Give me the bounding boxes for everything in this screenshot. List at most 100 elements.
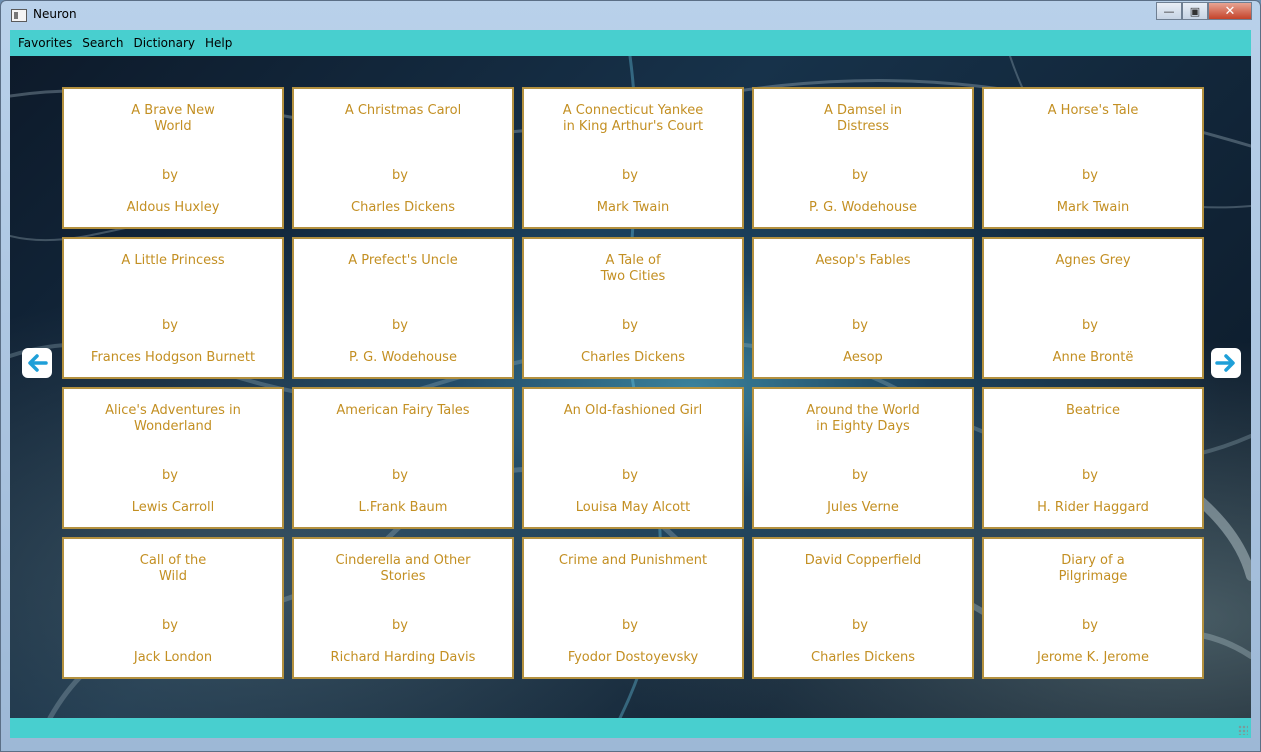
book-title-line: Beatrice [1065,403,1121,418]
menu-search[interactable]: Search [77,36,128,50]
book-card[interactable]: Beatrice by H. Rider Haggard [982,387,1204,529]
book-by-label: by [622,168,638,183]
book-author: Mark Twain [1056,200,1130,215]
book-title-line: Alice's Adventures in [105,403,241,418]
app-window: Neuron — ▣ ✕ Favorites Search Dictionary… [0,0,1261,752]
book-by-label: by [622,618,638,633]
book-title-line: A Connecticut Yankee [562,103,704,118]
book-title-line: A Brave New [131,103,215,118]
book-card[interactable]: A Horse's Tale by Mark Twain [982,87,1204,229]
book-card[interactable]: An Old-fashioned Girl by Louisa May Alcot… [522,387,744,529]
maximize-button[interactable]: ▣ [1182,2,1208,20]
book-title-line: Stories [380,569,426,584]
menu-help[interactable]: Help [200,36,237,50]
title-bar[interactable]: Neuron — ▣ ✕ [1,1,1260,29]
book-card[interactable]: A Damsel in Distress by P. G. Wodehouse [752,87,974,229]
book-by-label: by [852,618,868,633]
book-card[interactable]: A Connecticut Yankee in King Arthur's Cou… [522,87,744,229]
close-button[interactable]: ✕ [1208,2,1252,20]
book-title-line [538,569,728,585]
book-card[interactable]: A Tale of Two Cities by Charles Dickens [522,237,744,379]
book-card[interactable]: Alice's Adventures in Wonderland by Lewis C… [62,387,284,529]
book-author: Jules Verne [827,500,899,515]
close-icon: ✕ [1224,3,1236,19]
book-by-label: by [1082,468,1098,483]
status-bar [10,718,1251,738]
book-title-line: A Tale of [605,253,661,268]
book-title-line: Diary of a [1061,553,1125,568]
book-card[interactable]: American Fairy Tales by L.Frank Baum [292,387,514,529]
window-title: Neuron [33,7,77,21]
book-title: David Copperfield [804,553,922,585]
book-title-line: in King Arthur's Court [562,119,704,134]
book-author: Louisa May Alcott [575,500,691,515]
maximize-icon: ▣ [1189,4,1201,18]
arrow-left-icon [28,354,48,372]
book-by-label: by [392,618,408,633]
book-card[interactable]: David Copperfield by Charles Dickens [752,537,974,679]
book-author: L.Frank Baum [358,500,448,515]
book-author: Jack London [133,650,213,665]
book-title-line: Around the World [806,403,920,418]
book-title: Agnes Grey [1034,253,1152,285]
book-title-line [1034,269,1152,285]
book-title-line: Call of the [139,553,207,568]
book-title-line: in Eighty Days [816,419,910,434]
app-client-area: Favorites Search Dictionary Help A Brave… [10,30,1251,743]
book-title: A Little Princess [114,253,232,285]
book-title-line: A Damsel in [823,103,903,118]
book-card[interactable]: Cinderella and Other Stories by Richard Har… [292,537,514,679]
book-card[interactable]: Call of the Wild by Jack London [62,537,284,679]
book-card[interactable]: A Christmas Carol by Charles Dickens [292,87,514,229]
book-card[interactable]: Diary of a Pilgrimage by Jerome K. Jerome [982,537,1204,679]
book-title: A Damsel in Distress [804,103,922,135]
book-title: Crime and Punishment [538,553,728,585]
book-card[interactable]: A Prefect's Uncle by P. G. Wodehouse [292,237,514,379]
book-title-line: A Prefect's Uncle [348,253,458,268]
book-author: Charles Dickens [581,350,685,365]
menu-bar: Favorites Search Dictionary Help [10,30,1251,56]
resize-grip-icon[interactable] [1238,725,1248,735]
book-by-label: by [392,168,408,183]
previous-page-button[interactable] [22,348,52,378]
next-page-button[interactable] [1211,348,1241,378]
book-title-line: An Old-fashioned Girl [563,403,703,418]
book-title-line: Two Cities [600,269,666,284]
book-grid: A Brave New World by Aldous Huxley A Christm… [62,87,1206,679]
book-author: Lewis Carroll [131,500,215,515]
book-card[interactable]: A Little Princess by Frances Hodgson Burn… [62,237,284,379]
book-author: Jerome K. Jerome [1037,650,1149,665]
book-card[interactable]: A Brave New World by Aldous Huxley [62,87,284,229]
book-title-line: Aesop's Fables [815,253,911,268]
book-by-label: by [392,468,408,483]
book-title: A Prefect's Uncle [344,253,462,285]
book-author: Richard Harding Davis [330,650,476,665]
book-card[interactable]: Around the World in Eighty Days by Jules Ve… [752,387,974,529]
book-by-label: by [622,468,638,483]
book-author: Anne Brontë [1052,350,1134,365]
book-author: Charles Dickens [351,200,455,215]
book-author: Aldous Huxley [126,200,220,215]
book-card[interactable]: Aesop's Fables by Aesop [752,237,974,379]
book-title: A Tale of Two Cities [574,253,692,285]
book-title-line: Distress [836,119,890,134]
minimize-button[interactable]: — [1156,2,1182,20]
book-title-line: Agnes Grey [1055,253,1131,268]
book-title: A Brave New World [114,103,232,135]
book-title-line [1034,119,1152,135]
book-by-label: by [852,468,868,483]
book-by-label: by [162,618,178,633]
book-title-line: A Christmas Carol [344,103,462,118]
book-by-label: by [852,168,868,183]
menu-favorites[interactable]: Favorites [13,36,77,50]
menu-dictionary[interactable]: Dictionary [128,36,200,50]
book-by-label: by [162,318,178,333]
book-by-label: by [162,168,178,183]
book-author: Charles Dickens [811,650,915,665]
book-title: Alice's Adventures in Wonderland [78,403,268,435]
book-card[interactable]: Crime and Punishment by Fyodor Dostoyevsk… [522,537,744,679]
book-author: H. Rider Haggard [1037,500,1149,515]
book-title-line: David Copperfield [804,553,922,568]
book-card[interactable]: Agnes Grey by Anne Brontë [982,237,1204,379]
book-title-line [1034,419,1152,435]
